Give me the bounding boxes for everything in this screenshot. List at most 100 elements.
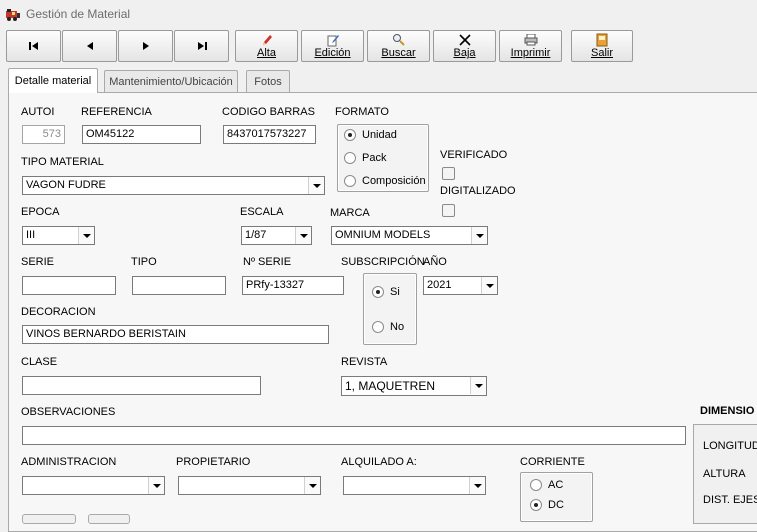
chevron-down-icon — [481, 277, 497, 294]
revista-value: 1, MAQUETREN — [345, 379, 436, 393]
next-record-icon — [141, 39, 151, 53]
buscar-button[interactable]: Buscar — [367, 30, 430, 62]
alta-label: Alta — [257, 47, 276, 59]
serie-field[interactable] — [22, 276, 116, 295]
baja-label: Baja — [453, 47, 476, 59]
exit-door-icon — [596, 33, 608, 47]
autoi-label: AUTOI — [21, 106, 55, 118]
formato-label: FORMATO — [335, 106, 389, 118]
chevron-down-icon — [148, 477, 164, 494]
corriente-dc-label: DC — [548, 499, 564, 511]
suscripcion-label: SUBSCRIPCIÓN — [341, 256, 425, 268]
codigo-barras-field[interactable]: 8437017573227 — [223, 125, 316, 144]
formato-pack-label: Pack — [362, 152, 387, 164]
longitud-label: LONGITUD — [703, 440, 757, 452]
chevron-down-icon — [308, 177, 324, 194]
radio-unselected-icon — [344, 175, 356, 187]
next-record-button[interactable] — [118, 30, 173, 62]
salir-button[interactable]: Salir — [571, 30, 633, 62]
last-record-button[interactable] — [174, 30, 229, 62]
chevron-down-icon — [469, 477, 485, 494]
delete-x-icon — [458, 33, 471, 47]
digitalizado-checkbox[interactable] — [442, 204, 455, 217]
marca-select[interactable]: OMNIUM MODELS — [331, 226, 488, 245]
anio-select[interactable]: 2021 — [423, 276, 498, 295]
altura-label: ALTURA — [703, 468, 746, 480]
formato-composicion-label: Composición — [362, 175, 426, 187]
administracion-select[interactable] — [22, 476, 165, 495]
observaciones-field[interactable] — [22, 426, 686, 445]
salir-label: Salir — [590, 47, 613, 59]
formato-composicion-radio[interactable]: Composición — [344, 175, 426, 187]
chevron-down-icon — [470, 377, 486, 394]
nserie-field[interactable]: PRfy-13327 — [242, 276, 344, 295]
tipo-label: TIPO — [131, 256, 157, 268]
propietario-select[interactable] — [178, 476, 321, 495]
escala-label: ESCALA — [240, 206, 284, 218]
verificado-checkbox[interactable] — [442, 167, 455, 180]
epoca-label: EPOCA — [21, 206, 60, 218]
title-bar: Gestión de Material — [0, 0, 757, 28]
tab-mantenimiento-ubicacion[interactable]: Mantenimiento/Ubicación — [104, 70, 238, 92]
chevron-down-icon — [304, 477, 320, 494]
corriente-ac-radio[interactable]: AC — [530, 479, 563, 491]
suscripcion-no-label: No — [390, 321, 405, 333]
clase-field[interactable] — [22, 376, 261, 395]
epoca-select[interactable]: III — [22, 226, 95, 245]
suscripcion-group — [363, 273, 417, 345]
alquilado-select[interactable] — [343, 476, 486, 495]
imprimir-button[interactable]: Imprimir — [499, 30, 562, 62]
escala-select[interactable]: 1/87 — [241, 226, 312, 245]
escala-value: 1/87 — [245, 229, 267, 241]
revista-select[interactable]: 1, MAQUETREN — [341, 376, 487, 396]
revista-label: REVISTA — [341, 356, 388, 368]
bottom-button-partial[interactable] — [22, 514, 76, 524]
tipo-field[interactable] — [132, 276, 226, 295]
edicion-button[interactable]: Edición — [301, 30, 364, 62]
chevron-down-icon — [471, 227, 487, 244]
formato-unidad-radio[interactable]: Unidad — [344, 129, 397, 141]
serie-label: SERIE — [21, 256, 55, 268]
decoracion-label: DECORACION — [21, 306, 96, 318]
previous-record-button[interactable] — [62, 30, 117, 62]
alta-button[interactable]: Alta — [235, 30, 298, 62]
suscripcion-si-radio[interactable]: Si — [372, 286, 400, 298]
administracion-label: ADMINISTRACION — [21, 456, 117, 468]
chevron-down-icon — [78, 227, 94, 244]
propietario-label: PROPIETARIO — [176, 456, 251, 468]
verificado-label: VERIFICADO — [440, 149, 508, 161]
observaciones-label: OBSERVACIONES — [21, 406, 116, 418]
buscar-label: Buscar — [381, 47, 416, 59]
digitalizado-label: DIGITALIZADO — [440, 185, 516, 197]
first-record-icon — [28, 39, 40, 53]
suscripcion-no-radio[interactable]: No — [372, 321, 404, 333]
anio-label: AÑO — [423, 256, 447, 268]
imprimir-label: Imprimir — [510, 47, 551, 59]
epoca-value: III — [26, 229, 36, 241]
bottom-button-partial[interactable] — [88, 514, 130, 524]
tipo-material-label: TIPO MATERIAL — [21, 156, 104, 168]
printer-icon — [524, 33, 538, 47]
radio-selected-icon — [344, 129, 356, 141]
formato-unidad-label: Unidad — [362, 129, 397, 141]
tipo-material-select[interactable]: VAGON FUDRE — [22, 176, 325, 195]
referencia-field[interactable]: OM45122 — [82, 125, 201, 144]
radio-unselected-icon — [530, 479, 542, 491]
corriente-label: CORRIENTE — [520, 456, 585, 468]
first-record-button[interactable] — [6, 30, 61, 62]
last-record-icon — [196, 39, 208, 53]
corriente-ac-label: AC — [548, 479, 564, 491]
decoracion-field[interactable]: VINOS BERNARDO BERISTAIN — [22, 325, 329, 344]
anio-value: 2021 — [427, 279, 452, 291]
formato-pack-radio[interactable]: Pack — [344, 152, 386, 164]
baja-button[interactable]: Baja — [433, 30, 496, 62]
tab-detalle-material[interactable]: Detalle material — [8, 68, 98, 93]
suscripcion-si-label: Si — [390, 286, 400, 298]
tab-fotos[interactable]: Fotos — [246, 70, 290, 92]
codigo-barras-label: CODIGO BARRAS — [222, 106, 315, 118]
search-icon — [392, 33, 406, 47]
autoi-field: 573 — [22, 125, 65, 144]
radio-unselected-icon — [372, 321, 384, 333]
corriente-dc-radio[interactable]: DC — [530, 499, 564, 511]
edicion-label: Edición — [314, 47, 351, 59]
